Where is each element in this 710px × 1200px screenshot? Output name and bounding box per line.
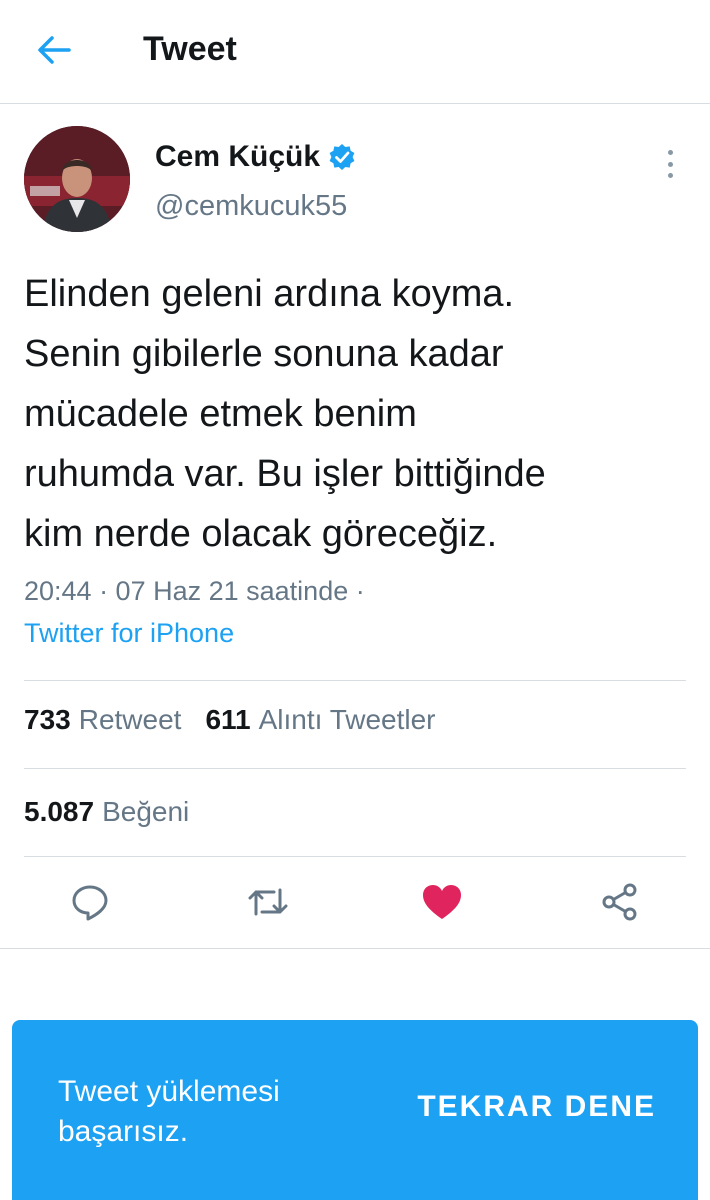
quote-stat[interactable]: 611 Alıntı Tweetler [205, 704, 435, 736]
engagement-stats: 733 Retweet 611 Alıntı Tweetler [24, 704, 436, 736]
retweet-button[interactable] [244, 878, 292, 926]
quote-count: 611 [205, 704, 251, 735]
share-icon [602, 883, 637, 921]
tweet-author: Cem Küçük @cemkucuk55 [24, 126, 686, 234]
like-count: 5.087 [24, 796, 95, 827]
back-arrow-icon [38, 36, 71, 64]
tweet-actions [0, 856, 710, 948]
avatar[interactable] [24, 126, 130, 232]
retweet-count: 733 [24, 704, 71, 735]
reply-button[interactable] [66, 878, 114, 926]
tweet-source-link[interactable]: Twitter for iPhone [24, 618, 234, 649]
author-handle[interactable]: @cemkucuk55 [155, 190, 347, 223]
like-stat[interactable]: 5.087 Beğeni [24, 796, 189, 828]
divider [24, 680, 686, 681]
snackbar-message: Tweet yüklemesi başarısız. [58, 1075, 280, 1148]
reply-icon [72, 885, 108, 921]
verified-badge-icon [329, 144, 355, 170]
retweet-icon [248, 888, 288, 916]
like-icon [423, 885, 461, 919]
quote-label: Alıntı Tweetler [258, 704, 436, 735]
author-name[interactable]: Cem Küçük [155, 140, 320, 174]
divider [24, 768, 686, 769]
divider [0, 948, 710, 949]
tweet-text: Elinden geleni ardına koyma. Senin gibil… [24, 273, 546, 555]
retweet-label: Retweet [78, 704, 182, 735]
author-name-row: Cem Küçük [155, 140, 356, 174]
retry-button[interactable]: TEKRAR DENE [417, 1090, 656, 1124]
back-button[interactable] [30, 28, 78, 72]
page-title: Tweet [143, 30, 237, 68]
more-options-icon[interactable] [658, 144, 682, 184]
share-button[interactable] [596, 878, 644, 926]
like-label: Beğeni [102, 796, 190, 827]
top-bar: Tweet [0, 0, 710, 104]
retweet-stat[interactable]: 733 Retweet [24, 704, 181, 736]
tweet-timestamp: 20:44 · 07 Haz 21 saatinde · [24, 576, 365, 606]
like-button[interactable] [418, 878, 466, 926]
error-snackbar: Tweet yüklemesi başarısız. TEKRAR DENE [12, 1020, 698, 1200]
